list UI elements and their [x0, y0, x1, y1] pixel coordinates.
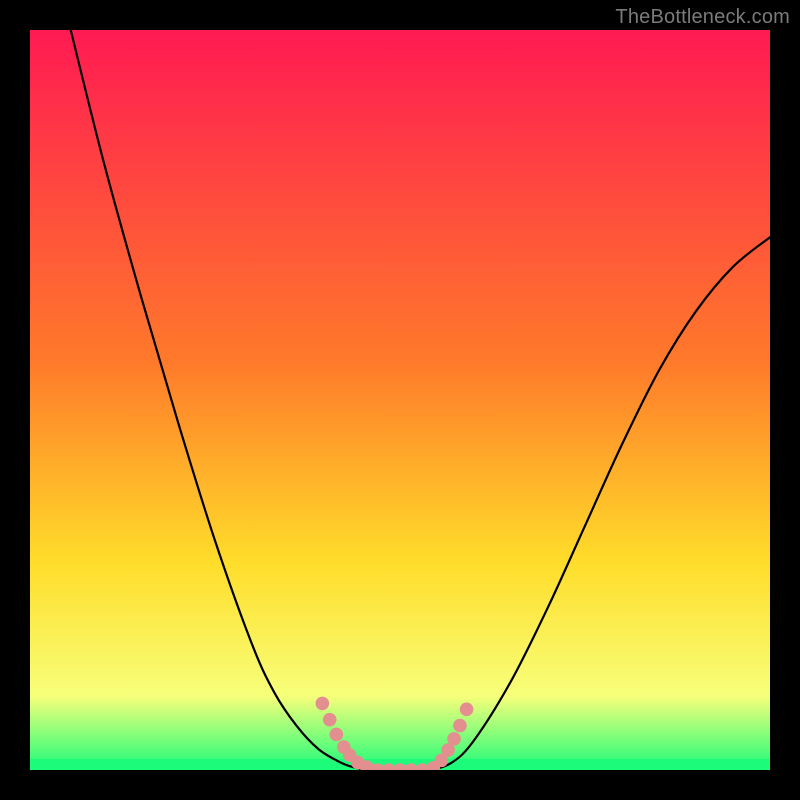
chart-frame: TheBottleneck.com	[0, 0, 800, 800]
valley-marker	[460, 703, 474, 717]
valley-marker	[330, 728, 344, 742]
valley-marker	[323, 713, 337, 727]
valley-markers-layer	[30, 30, 770, 770]
plot-area	[30, 30, 770, 770]
valley-marker	[453, 719, 467, 733]
watermark-text: TheBottleneck.com	[615, 6, 790, 29]
valley-marker	[316, 697, 330, 711]
valley-marker	[447, 732, 461, 746]
